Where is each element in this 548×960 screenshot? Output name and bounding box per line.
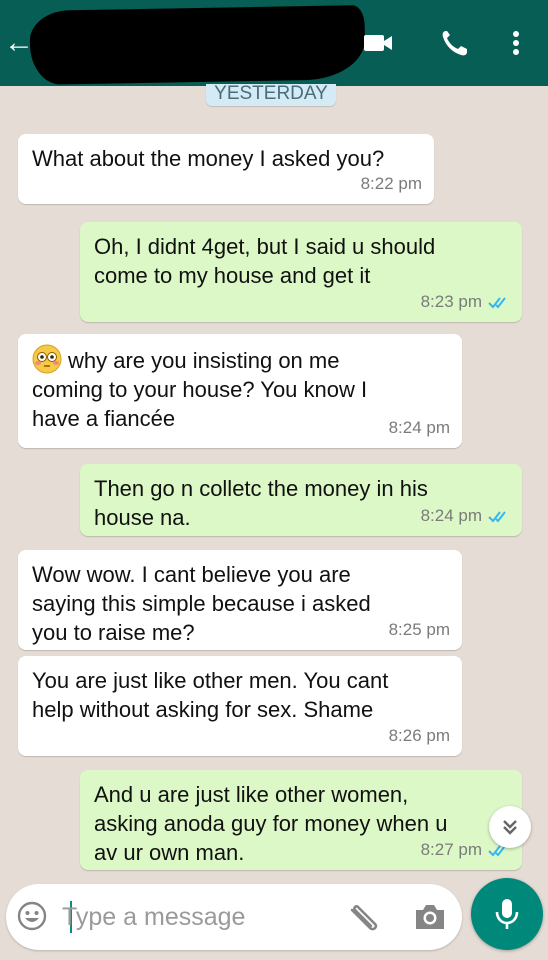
attach-button[interactable]: [344, 898, 384, 936]
video-call-button[interactable]: [362, 28, 394, 58]
message-time: 8:24 pm: [420, 506, 482, 525]
message-text-content: why are you insisting on me coming to yo…: [32, 348, 368, 431]
camera-button[interactable]: [412, 899, 448, 935]
message-meta: 8:24 pm: [389, 413, 450, 442]
double-chevron-down-icon: [503, 820, 517, 835]
phone-icon: [442, 31, 467, 56]
message-time: 8:24 pm: [388, 418, 450, 437]
date-divider: YESTERDAY: [206, 84, 336, 106]
more-options-button[interactable]: [500, 28, 532, 58]
message-composer: [6, 884, 462, 950]
more-vert-icon: [513, 31, 519, 55]
read-ticks-icon: [488, 510, 506, 523]
message-time: 8:26 pm: [388, 726, 450, 745]
message-meta: 8:23 pm: [421, 287, 510, 316]
outgoing-message[interactable]: And u are just like other women, asking …: [80, 770, 522, 870]
message-text: why are you insisting on me coming to yo…: [32, 344, 450, 433]
paperclip-icon: [350, 905, 378, 931]
message-time: 8:23 pm: [420, 292, 482, 311]
incoming-message[interactable]: You are just like other men. You cant he…: [18, 656, 462, 756]
microphone-icon: [495, 899, 519, 929]
message-text: Oh, I didnt 4get, but I said u should co…: [94, 234, 436, 288]
outgoing-message[interactable]: Then go n colletc the money in his house…: [80, 464, 522, 536]
message-meta: 8:24 pm: [421, 501, 510, 530]
chat-header: ←: [0, 0, 548, 86]
video-call-icon: [364, 35, 392, 51]
scroll-to-bottom-button[interactable]: [489, 806, 531, 848]
outgoing-message[interactable]: Oh, I didnt 4get, but I said u should co…: [80, 222, 522, 322]
voice-message-button[interactable]: [471, 878, 543, 950]
redacted-contact-name[interactable]: [29, 5, 366, 85]
message-time: 8:27 pm: [420, 840, 482, 859]
message-meta: 8:25 pm: [389, 615, 450, 644]
incoming-message[interactable]: What about the money I asked you? 8:22 p…: [18, 134, 434, 204]
message-time: 8:25 pm: [388, 620, 450, 639]
camera-icon: [416, 905, 444, 929]
emoji-button[interactable]: [16, 900, 48, 932]
read-ticks-icon: [488, 296, 506, 309]
voice-call-button[interactable]: [438, 28, 470, 58]
message-input[interactable]: [62, 897, 322, 937]
message-meta: 8:22 pm: [361, 169, 422, 198]
flushed-face-emoji-icon: [32, 344, 62, 374]
incoming-message[interactable]: Wow wow. I cant believe you are saying t…: [18, 550, 462, 650]
smiley-icon: [17, 901, 47, 931]
message-text: Wow wow. I cant believe you are saying t…: [32, 562, 371, 645]
message-time: 8:22 pm: [360, 174, 422, 193]
message-meta: 8:26 pm: [389, 721, 450, 750]
message-text: You are just like other men. You cant he…: [32, 668, 389, 722]
incoming-message[interactable]: why are you insisting on me coming to yo…: [18, 334, 462, 448]
